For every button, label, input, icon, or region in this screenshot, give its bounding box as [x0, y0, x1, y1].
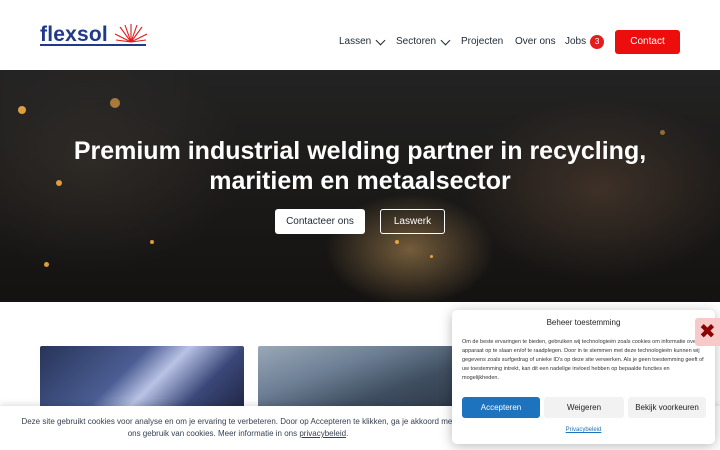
nav-item-jobs[interactable]: Jobs 3 [565, 34, 605, 50]
hero-section: Premium industrial welding partner in re… [0, 70, 720, 302]
spark-decoration [395, 240, 399, 244]
close-modal-button[interactable]: ✖ [695, 318, 720, 346]
jobs-count-badge: 3 [590, 35, 605, 49]
nav-label: Lassen [339, 36, 372, 47]
nav-label: Sectoren [396, 36, 437, 47]
nav-label: Over ons [515, 36, 556, 47]
spark-decoration [110, 98, 120, 108]
close-icon: ✖ [699, 321, 716, 343]
nav-label: Projecten [461, 36, 504, 47]
hero-title: Premium industrial welding partner in re… [0, 136, 720, 196]
spark-decoration [150, 240, 154, 244]
modal-title: Beheer toestemming [546, 318, 621, 327]
contact-button[interactable]: Contact [615, 30, 680, 54]
spark-decoration [18, 106, 26, 114]
deny-button[interactable]: Weigeren [544, 397, 624, 418]
modal-body-text: Om de beste ervaringen te bieden, gebrui… [462, 339, 704, 381]
nav-label: Jobs [565, 36, 587, 47]
contacteer-ons-button[interactable]: Contacteer ons [275, 209, 365, 234]
cookie-bar-message: Deze site gebruikt cookies voor analyse … [21, 417, 455, 438]
nav-item-over-ons[interactable]: Over ons [515, 34, 556, 50]
spark-decoration [660, 130, 665, 135]
site-header: flexsol Lassen Sectoren Projecten Over o… [0, 0, 720, 70]
privacy-policy-link[interactable]: privacybeleid [299, 429, 346, 438]
logo[interactable]: flexsol [40, 22, 150, 48]
chevron-down-icon [440, 35, 451, 45]
privacy-policy-modal-link[interactable]: Privacybeleid [452, 427, 715, 433]
view-preferences-button[interactable]: Bekijk voorkeuren [628, 397, 706, 418]
nav-item-lassen[interactable]: Lassen [339, 34, 386, 50]
cookie-bar-suffix: ons [284, 429, 298, 438]
accept-button[interactable]: Accepteren [462, 397, 540, 418]
nav-item-projecten[interactable]: Projecten [461, 34, 503, 50]
spark-logo-icon [114, 24, 148, 43]
cookie-bar-text: Deze site gebruikt cookies voor analyse … [21, 417, 455, 438]
consent-modal: Beheer toestemming Om de beste ervaringe… [452, 310, 715, 444]
hero-title-line-2: maritiem en metaalsector [209, 167, 511, 195]
hero-title-line-1: Premium industrial welding partner in re… [73, 137, 647, 165]
spark-decoration [430, 255, 433, 258]
nav-item-sectoren[interactable]: Sectoren [396, 34, 451, 50]
spark-decoration [44, 262, 49, 267]
chevron-down-icon [375, 35, 386, 45]
logo-underline [40, 44, 146, 46]
laswerk-button[interactable]: Laswerk [380, 209, 445, 234]
